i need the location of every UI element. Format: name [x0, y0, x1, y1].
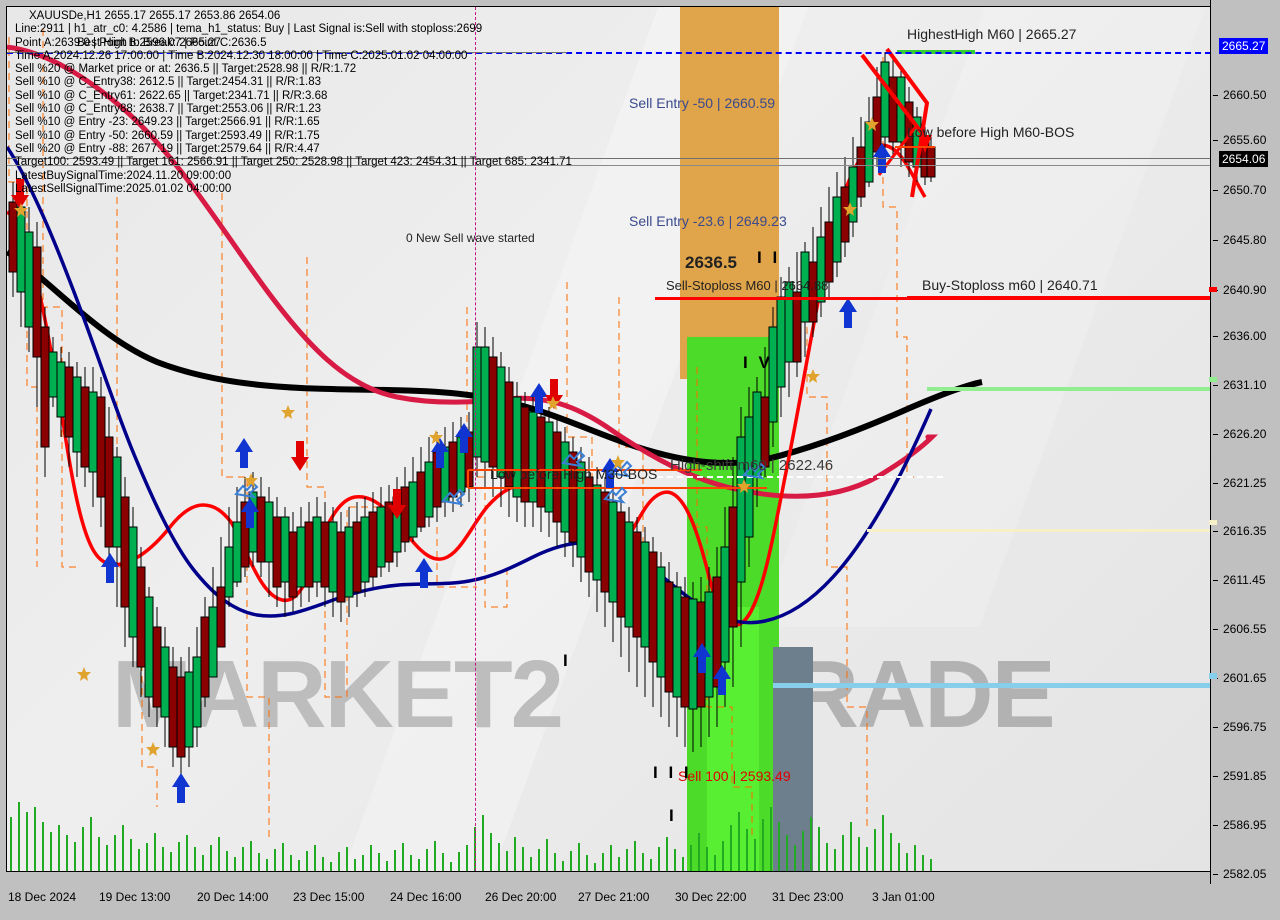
time-label: 27 Dec 21:00	[578, 890, 650, 904]
header-line-6: Sell %10 @ C_Entry88: 2638.7 || Target:2…	[15, 103, 321, 116]
header-line-11: LatestBuySignalTime:2024.11.20 09:00:00	[15, 169, 232, 182]
price-tick	[1213, 336, 1218, 337]
wave-marker-1: I	[563, 651, 571, 670]
time-label: 19 Dec 13:00	[99, 890, 171, 904]
price-badge-highest-high: 2665.27	[1219, 38, 1269, 54]
chart-window: MARKET2 TRADE HighestHigh M60 | 2665.27 …	[0, 0, 1280, 920]
annotation-sell-stoploss: Sell-Stoploss M60 | 2664.88	[666, 278, 829, 293]
header-line-3: Sell %20 @ Market price or at: 2636.5 ||…	[15, 63, 357, 76]
price-label: 2606.55	[1223, 622, 1267, 636]
annotation-sell-entry-50: Sell Entry -50 | 2660.59	[629, 95, 776, 111]
price-label: 2616.35	[1223, 524, 1267, 538]
price-tick	[1213, 776, 1218, 777]
price-tick	[1213, 140, 1218, 141]
price-tick	[1213, 483, 1218, 484]
time-axis[interactable]: 18 Dec 2024 19 Dec 13:00 20 Dec 14:00 23…	[0, 884, 1280, 920]
price-tick	[1213, 531, 1218, 532]
wave-marker-3: I I I	[653, 763, 692, 782]
header-line-8: Sell %10 @ Entry -50: 2660.59 || Target:…	[15, 129, 320, 142]
price-tick	[1213, 580, 1218, 581]
price-axis[interactable]: 2660.50 2655.60 2650.70 2645.80 2640.90 …	[1209, 0, 1280, 884]
price-label: 2631.10	[1223, 378, 1267, 392]
price-label: 2586.95	[1223, 818, 1267, 832]
time-label: 18 Dec 2024	[8, 890, 77, 904]
time-label: 26 Dec 20:00	[485, 890, 557, 904]
price-tick	[1213, 727, 1218, 728]
wave-marker-4: I V	[743, 353, 773, 372]
header-line-10: Target100: 2593.49 || Target 161: 2566.9…	[15, 156, 572, 169]
price-tick	[1213, 190, 1218, 191]
price-marker-green	[1209, 377, 1217, 382]
header-line-9: Sell %20 @ Entry -88: 2677.19 || Target:…	[15, 142, 320, 155]
price-label: 2660.50	[1223, 88, 1267, 102]
header-line-0: Line:2911 | h1_atr_c0: 4.2586 | tema_h1_…	[15, 23, 483, 36]
price-line-cream	[867, 529, 1211, 532]
annotation-buy-stoploss: Buy-Stoploss m60 | 2640.71	[922, 277, 1098, 293]
annotation-new-sell-wave: 0 New Sell wave started	[406, 231, 535, 245]
price-badge-current: 2654.06	[1219, 151, 1269, 167]
time-label: 30 Dec 22:00	[675, 890, 747, 904]
price-line-green-target	[927, 387, 1211, 391]
price-label: 2582.05	[1223, 867, 1267, 881]
annotation-high-shift-m60: High-shift m60 | 2622.46	[670, 457, 834, 474]
header-line-2: Time A:2024.12.26 17:00:00 | Time B:2024…	[15, 49, 468, 62]
price-marker-cream	[1209, 520, 1217, 525]
annotation-sell-entry-23: Sell Entry -23.6 | 2649.23	[629, 213, 787, 229]
time-label: 24 Dec 16:00	[390, 890, 462, 904]
header-symbol-line: XAUUSDe,H1 2655.17 2655.17 2653.86 2654.…	[29, 10, 281, 22]
header-line-7: Sell %10 @ Entry -23: 2649.23 || Target:…	[15, 116, 320, 129]
price-line-buy-stoploss	[907, 296, 1211, 299]
header-line-5: Sell %10 @ C_Entry61: 2622.65 || Target:…	[15, 89, 328, 102]
price-marker-red	[1209, 287, 1217, 292]
price-tick	[1213, 629, 1218, 630]
price-label: 2650.70	[1223, 183, 1267, 197]
time-label: 23 Dec 15:00	[293, 890, 365, 904]
price-tick	[1213, 240, 1218, 241]
price-tick	[1213, 434, 1218, 435]
price-tick	[1213, 95, 1218, 96]
price-label: 2640.90	[1223, 283, 1267, 297]
annotation-low-before-high-m30: Low before High M30-BOS	[490, 466, 658, 482]
header-best-high-overlay: Best High to Break: 2665.27	[77, 36, 221, 49]
price-label: 2626.20	[1223, 427, 1267, 441]
price-tick	[1213, 874, 1218, 875]
time-label: 20 Dec 14:00	[197, 890, 269, 904]
annotation-sell-100: Sell 100 | 2593.49	[678, 768, 791, 784]
price-label: 2596.75	[1223, 720, 1267, 734]
price-label: 2621.25	[1223, 476, 1267, 490]
price-label: 2636.00	[1223, 329, 1267, 343]
price-marker-lightblue	[1209, 673, 1217, 679]
annotation-highest-high: HighestHigh M60 | 2665.27	[907, 26, 1077, 42]
chart-plot-area[interactable]: MARKET2 TRADE HighestHigh M60 | 2665.27 …	[6, 6, 1211, 872]
price-tick	[1213, 825, 1218, 826]
volume-bars	[10, 802, 932, 871]
annotation-low-before-high-m60: Low before High M60-BOS	[907, 124, 1075, 140]
header-line-4: Sell %10 @ C_Entry38: 2612.5 || Target:2…	[15, 76, 321, 89]
chart-info-header: XAUUSDe,H1 2655.17 2655.17 2653.86 2654.…	[15, 10, 572, 196]
price-label: 2655.60	[1223, 133, 1267, 147]
time-label: 3 Jan 01:00	[872, 890, 935, 904]
time-label: 31 Dec 23:00	[772, 890, 844, 904]
wave-marker-1b: I	[669, 806, 677, 825]
header-line-12: LatestSellSignalTime:2025.01.02 04:00:00	[15, 182, 232, 195]
price-tick	[1213, 385, 1218, 386]
price-label: 2591.85	[1223, 769, 1267, 783]
wave-marker-2: I I	[757, 248, 781, 267]
price-line-lightblue	[773, 683, 1211, 688]
price-label: 2611.45	[1223, 573, 1266, 587]
annotation-wave2-price: 2636.5	[685, 253, 737, 272]
price-label: 2645.80	[1223, 233, 1267, 247]
ma-red	[7, 143, 927, 628]
price-label: 2601.65	[1223, 671, 1267, 685]
